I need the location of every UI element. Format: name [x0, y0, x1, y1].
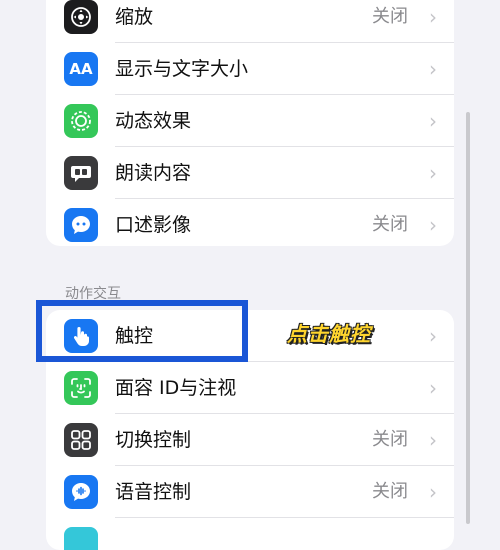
chevron-right-icon: › [429, 480, 437, 504]
voice-control-value: 关闭 [372, 481, 408, 502]
voice-control-row[interactable]: 语音控制 关闭 › [46, 466, 454, 518]
audio-description-row[interactable]: 口述影像 关闭 › [46, 199, 454, 246]
voice-control-icon [64, 475, 98, 509]
scrollbar[interactable] [466, 112, 470, 524]
touch-highlight-box [36, 300, 248, 362]
face-id-attention-label: 面容 ID与注视 [115, 377, 237, 399]
audio-description-value: 关闭 [372, 214, 408, 235]
text-size-icon: AA [64, 52, 98, 86]
zoom-row[interactable]: 缩放 关闭 › [46, 0, 454, 43]
tap-touch-annotation: 点击触控 [287, 322, 371, 346]
spoken-content-row[interactable]: 朗读内容 › [46, 147, 454, 199]
chevron-right-icon: › [429, 213, 437, 237]
chevron-right-icon: › [429, 376, 437, 400]
switch-control-label: 切换控制 [115, 429, 192, 451]
motion-icon [64, 104, 98, 138]
display-text-size-label: 显示与文字大小 [115, 58, 249, 80]
audio-description-label: 口述影像 [115, 214, 192, 236]
switch-control-icon [64, 423, 98, 457]
zoom-icon [64, 0, 98, 34]
spoken-content-icon [64, 156, 98, 190]
chevron-right-icon: › [429, 109, 437, 133]
next-setting-row-partial[interactable] [46, 518, 454, 550]
chevron-right-icon: › [429, 57, 437, 81]
zoom-label: 缩放 [115, 6, 154, 28]
switch-control-value: 关闭 [372, 429, 408, 450]
audio-description-icon [64, 208, 98, 242]
chevron-right-icon: › [429, 324, 437, 348]
motion-label: 动态效果 [115, 110, 192, 132]
spoken-content-label: 朗读内容 [115, 162, 192, 184]
chevron-right-icon: › [429, 5, 437, 29]
vision-settings-group: 缩放 关闭 › AA 显示与文字大小 › 动态效果 › 朗读内容 › 口述影像 … [46, 0, 454, 246]
face-id-attention-row[interactable]: 面容 ID与注视 › [46, 362, 454, 414]
zoom-value: 关闭 [372, 6, 408, 27]
chevron-right-icon: › [429, 161, 437, 185]
display-text-size-row[interactable]: AA 显示与文字大小 › [46, 43, 454, 95]
partial-row-icon [64, 527, 98, 550]
chevron-right-icon: › [429, 428, 437, 452]
face-id-icon [64, 371, 98, 405]
voice-control-label: 语音控制 [115, 481, 192, 503]
motion-row[interactable]: 动态效果 › [46, 95, 454, 147]
switch-control-row[interactable]: 切换控制 关闭 › [46, 414, 454, 466]
